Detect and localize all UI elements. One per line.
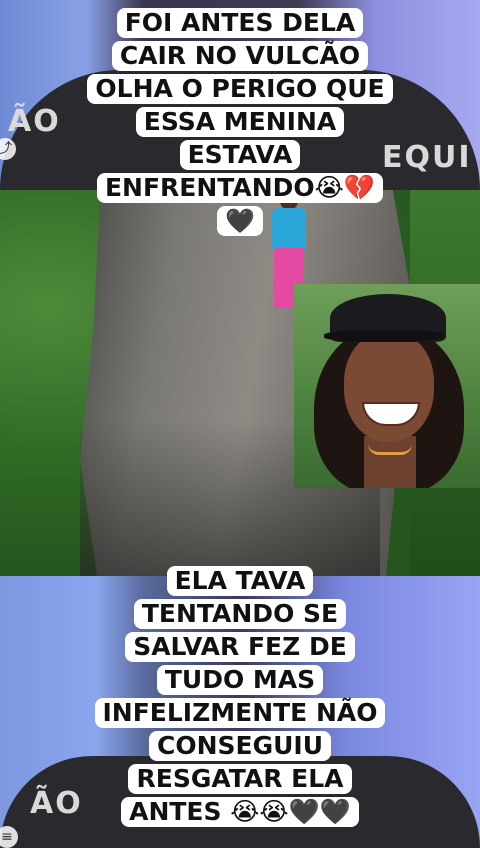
- bottom-caption-line: RESGATAR ELA: [128, 764, 352, 794]
- top-caption-line: FOI ANTES DELA: [116, 8, 364, 38]
- top-caption-line: ESSA MENINA: [135, 107, 345, 137]
- top-caption-line: OLHA O PERIGO QUE: [87, 74, 393, 104]
- bottom-caption-line: INFELIZMENTE NÃO: [94, 698, 386, 728]
- bottom-caption: ELA TAVA TENTANDO SE SALVAR FEZ DE TUDO …: [0, 566, 480, 830]
- portrait-necklace: [368, 444, 412, 455]
- top-caption-line: ENFRENTANDO😭💔: [96, 173, 384, 203]
- inset-portrait-photo: [294, 284, 480, 488]
- bottom-caption-line: SALVAR FEZ DE: [125, 632, 355, 662]
- bottom-caption-line: CONSEGUIU: [148, 731, 332, 761]
- top-caption: FOI ANTES DELA CAIR NO VULCÃO OLHA O PER…: [0, 8, 480, 239]
- top-caption-line: CAIR NO VULCÃO: [111, 41, 369, 71]
- portrait-cap-brim: [324, 330, 444, 342]
- bottom-caption-line: ELA TAVA: [166, 566, 314, 596]
- top-caption-heart: 🖤: [217, 206, 263, 236]
- top-caption-line: ESTAVA: [179, 140, 301, 170]
- bottom-caption-line: TUDO MAS: [156, 665, 324, 695]
- bottom-caption-line: TENTANDO SE: [133, 599, 347, 629]
- bottom-caption-line: ANTES 😭😭🖤🖤: [121, 797, 359, 827]
